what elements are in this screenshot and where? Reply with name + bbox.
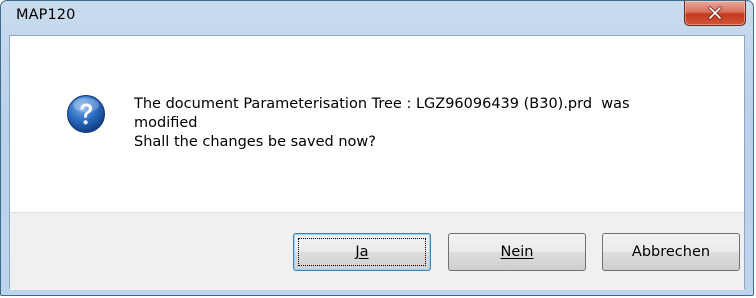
message-area: The document Parameterisation Tree : LGZ… — [10, 36, 744, 212]
close-icon — [708, 6, 722, 20]
message-line: Shall the changes be saved now? — [134, 134, 376, 150]
message-text: The document Parameterisation Tree : LGZ… — [134, 95, 724, 152]
button-area: Ja Nein Abbrechen — [10, 212, 744, 290]
cancel-button-label: Abbrechen — [631, 244, 711, 260]
no-button[interactable]: Nein — [448, 233, 586, 271]
dialog-window: MAP120 The document Parameterisation Tre… — [0, 0, 754, 296]
yes-button-label: Ja — [355, 244, 369, 260]
message-line: The document Parameterisation Tree : LGZ… — [134, 96, 630, 112]
window-title: MAP120 — [16, 7, 76, 23]
yes-button[interactable]: Ja — [293, 233, 431, 271]
cancel-button[interactable]: Abbrechen — [602, 233, 740, 271]
no-button-label: Nein — [500, 244, 534, 260]
message-line: modified — [134, 115, 198, 131]
title-bar[interactable]: MAP120 — [1, 1, 753, 35]
question-icon — [67, 95, 105, 133]
close-button[interactable] — [684, 1, 746, 26]
dialog-content: The document Parameterisation Tree : LGZ… — [9, 35, 745, 290]
